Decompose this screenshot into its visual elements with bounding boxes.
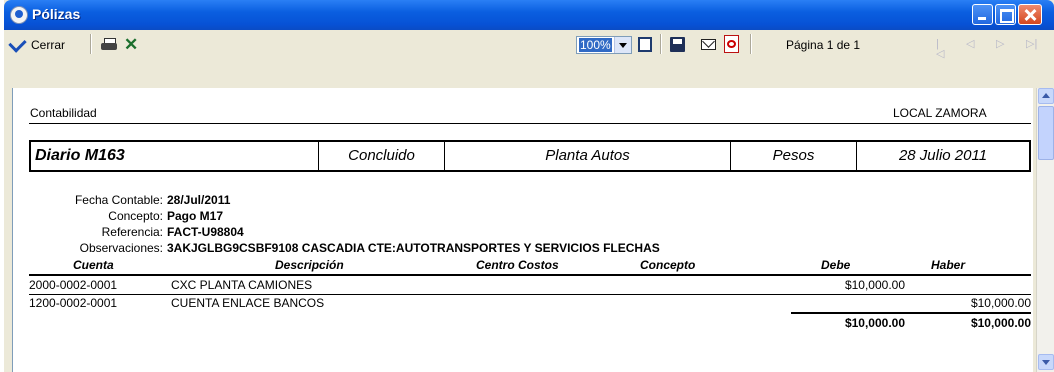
minimize-button[interactable] — [972, 4, 993, 25]
field-value: FACT-U98804 — [167, 225, 244, 239]
close-window-button[interactable] — [1018, 4, 1042, 25]
toolbar-separator — [90, 34, 92, 54]
pdf-export-icon[interactable] — [724, 35, 739, 53]
excel-export-icon[interactable]: ✕ — [124, 36, 142, 53]
field-value: 28/Jul/2011 — [167, 193, 231, 207]
maximize-button[interactable] — [995, 4, 1016, 25]
total-haber: $10,000.00 — [970, 316, 1031, 330]
field-label: Fecha Contable: — [74, 193, 163, 207]
table-cell-descripcion: CXC PLANTA CAMIONES — [171, 278, 313, 292]
scroll-up-icon[interactable] — [1038, 88, 1054, 104]
chevron-down-icon[interactable] — [614, 37, 631, 53]
field-label: Referencia: — [101, 225, 163, 239]
save-icon[interactable] — [670, 37, 685, 52]
zoom-value: 100% — [579, 38, 612, 52]
page-status: Página 1 de 1 — [786, 38, 861, 52]
table-cell-cuenta: 1200-0002-0001 — [29, 296, 118, 310]
column-header: Centro Costos — [476, 258, 559, 272]
header-divider — [29, 274, 1031, 276]
table-cell-haber: $10,000.00 — [970, 296, 1031, 310]
scroll-down-icon[interactable] — [1038, 354, 1054, 370]
totals-divider — [791, 312, 1031, 314]
column-header: Haber — [931, 258, 966, 272]
print-icon[interactable] — [101, 38, 117, 52]
table-cell-debe: $10,000.00 — [844, 278, 905, 292]
total-debe: $10,000.00 — [844, 316, 905, 330]
vertical-scrollbar[interactable] — [1036, 88, 1054, 372]
scroll-thumb[interactable] — [1038, 106, 1054, 160]
first-page-icon[interactable]: |◁ — [936, 39, 946, 60]
currency-cell: Pesos — [731, 142, 857, 170]
app-icon — [10, 6, 28, 24]
zoom-select[interactable]: 100% — [576, 36, 632, 54]
page-view-icon[interactable] — [638, 37, 652, 52]
close-button-label: Cerrar — [31, 38, 66, 52]
toolbar: Cerrar ✕ 100% Página 1 de 1 |◁ ◁ ▷ ▷| — [4, 30, 1054, 86]
date-cell: 28 Julio 2011 — [898, 147, 988, 164]
toolbar-separator — [660, 34, 662, 54]
next-page-icon[interactable]: ▷ — [996, 39, 1006, 50]
toolbar-separator — [750, 34, 752, 54]
field-value: 3AKJGLBG9CSBF9108 CASCADIA CTE:AUTOTRANS… — [167, 241, 660, 255]
last-page-icon[interactable]: ▷| — [1026, 39, 1037, 50]
field-label: Concepto: — [108, 209, 163, 223]
divider — [29, 123, 1031, 124]
table-cell-descripcion: CUENTA ENLACE BANCOS — [171, 296, 325, 310]
diario-label: Diario M163 — [31, 142, 319, 170]
area-label: Contabilidad — [30, 106, 97, 120]
field-value: Pago M17 — [167, 209, 224, 223]
polizas-window: Pólizas Cerrar ✕ 100% Página 1 de 1 |◁ ◁… — [4, 0, 1054, 372]
table-cell-cuenta: 2000-0002-0001 — [29, 278, 118, 292]
status-cell: Concluido — [319, 142, 445, 170]
report-preview: Contabilidad LOCAL ZAMORA Diario M163 Co… — [12, 88, 1033, 372]
column-header: Concepto — [640, 258, 696, 272]
company-name: LOCAL ZAMORA — [893, 106, 987, 120]
field-label: Observaciones: — [79, 241, 163, 255]
mail-icon[interactable] — [701, 39, 716, 50]
header-box: Diario M163 Concluido Planta Autos Pesos… — [29, 140, 1031, 172]
check-icon — [8, 33, 27, 53]
column-header: Descripción — [275, 258, 344, 272]
column-header: Debe — [821, 258, 851, 272]
close-button[interactable]: Cerrar — [4, 32, 65, 58]
row-divider — [29, 294, 1031, 295]
column-header: Cuenta — [73, 258, 114, 272]
prev-page-icon[interactable]: ◁ — [966, 39, 976, 50]
title-bar: Pólizas — [4, 0, 1054, 30]
window-title: Pólizas — [32, 6, 81, 22]
plant-cell: Planta Autos — [445, 142, 731, 170]
